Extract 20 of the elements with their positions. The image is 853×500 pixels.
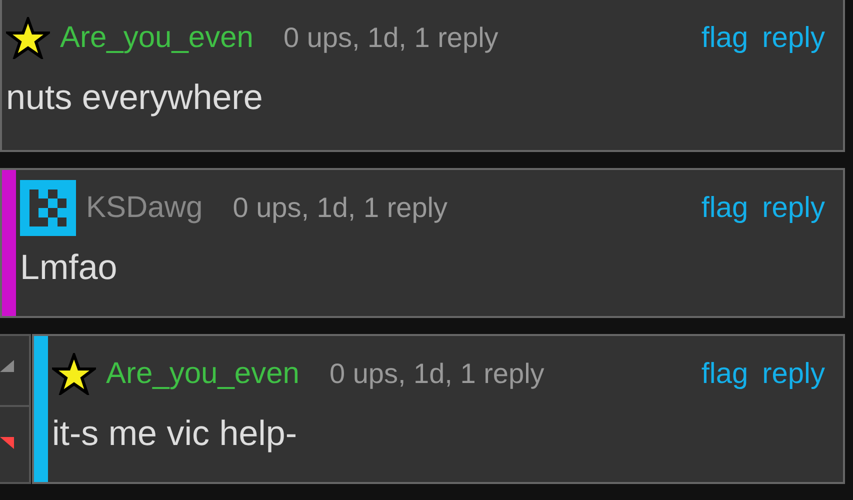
comment-meta: 0 ups, 1d, 1 reply: [283, 22, 498, 54]
star-icon: [6, 17, 50, 59]
comment-meta: 0 ups, 1d, 1 reply: [232, 192, 448, 224]
username-link[interactable]: KSDawg: [86, 191, 203, 225]
username-link[interactable]: Are_you_even: [60, 21, 254, 55]
flag-link[interactable]: flag: [701, 22, 748, 54]
comment-text: it-s me vic help-: [52, 413, 298, 454]
reply-link[interactable]: reply: [762, 358, 825, 390]
downvote-arrow-icon[interactable]: [0, 437, 14, 449]
comment-text: Lmfao: [20, 247, 118, 288]
reply-link[interactable]: reply: [762, 192, 825, 224]
comment-text: nuts everywhere: [6, 77, 264, 118]
star-icon: [52, 353, 96, 395]
upvote-arrow-icon[interactable]: [0, 360, 14, 372]
flag-link[interactable]: flag: [701, 358, 748, 390]
username-link[interactable]: Are_you_even: [106, 357, 300, 391]
flag-link[interactable]: flag: [701, 192, 748, 224]
reply-link[interactable]: reply: [762, 22, 825, 54]
comment-meta: 0 ups, 1d, 1 reply: [329, 358, 544, 390]
pixel-avatar-icon[interactable]: [20, 180, 76, 236]
